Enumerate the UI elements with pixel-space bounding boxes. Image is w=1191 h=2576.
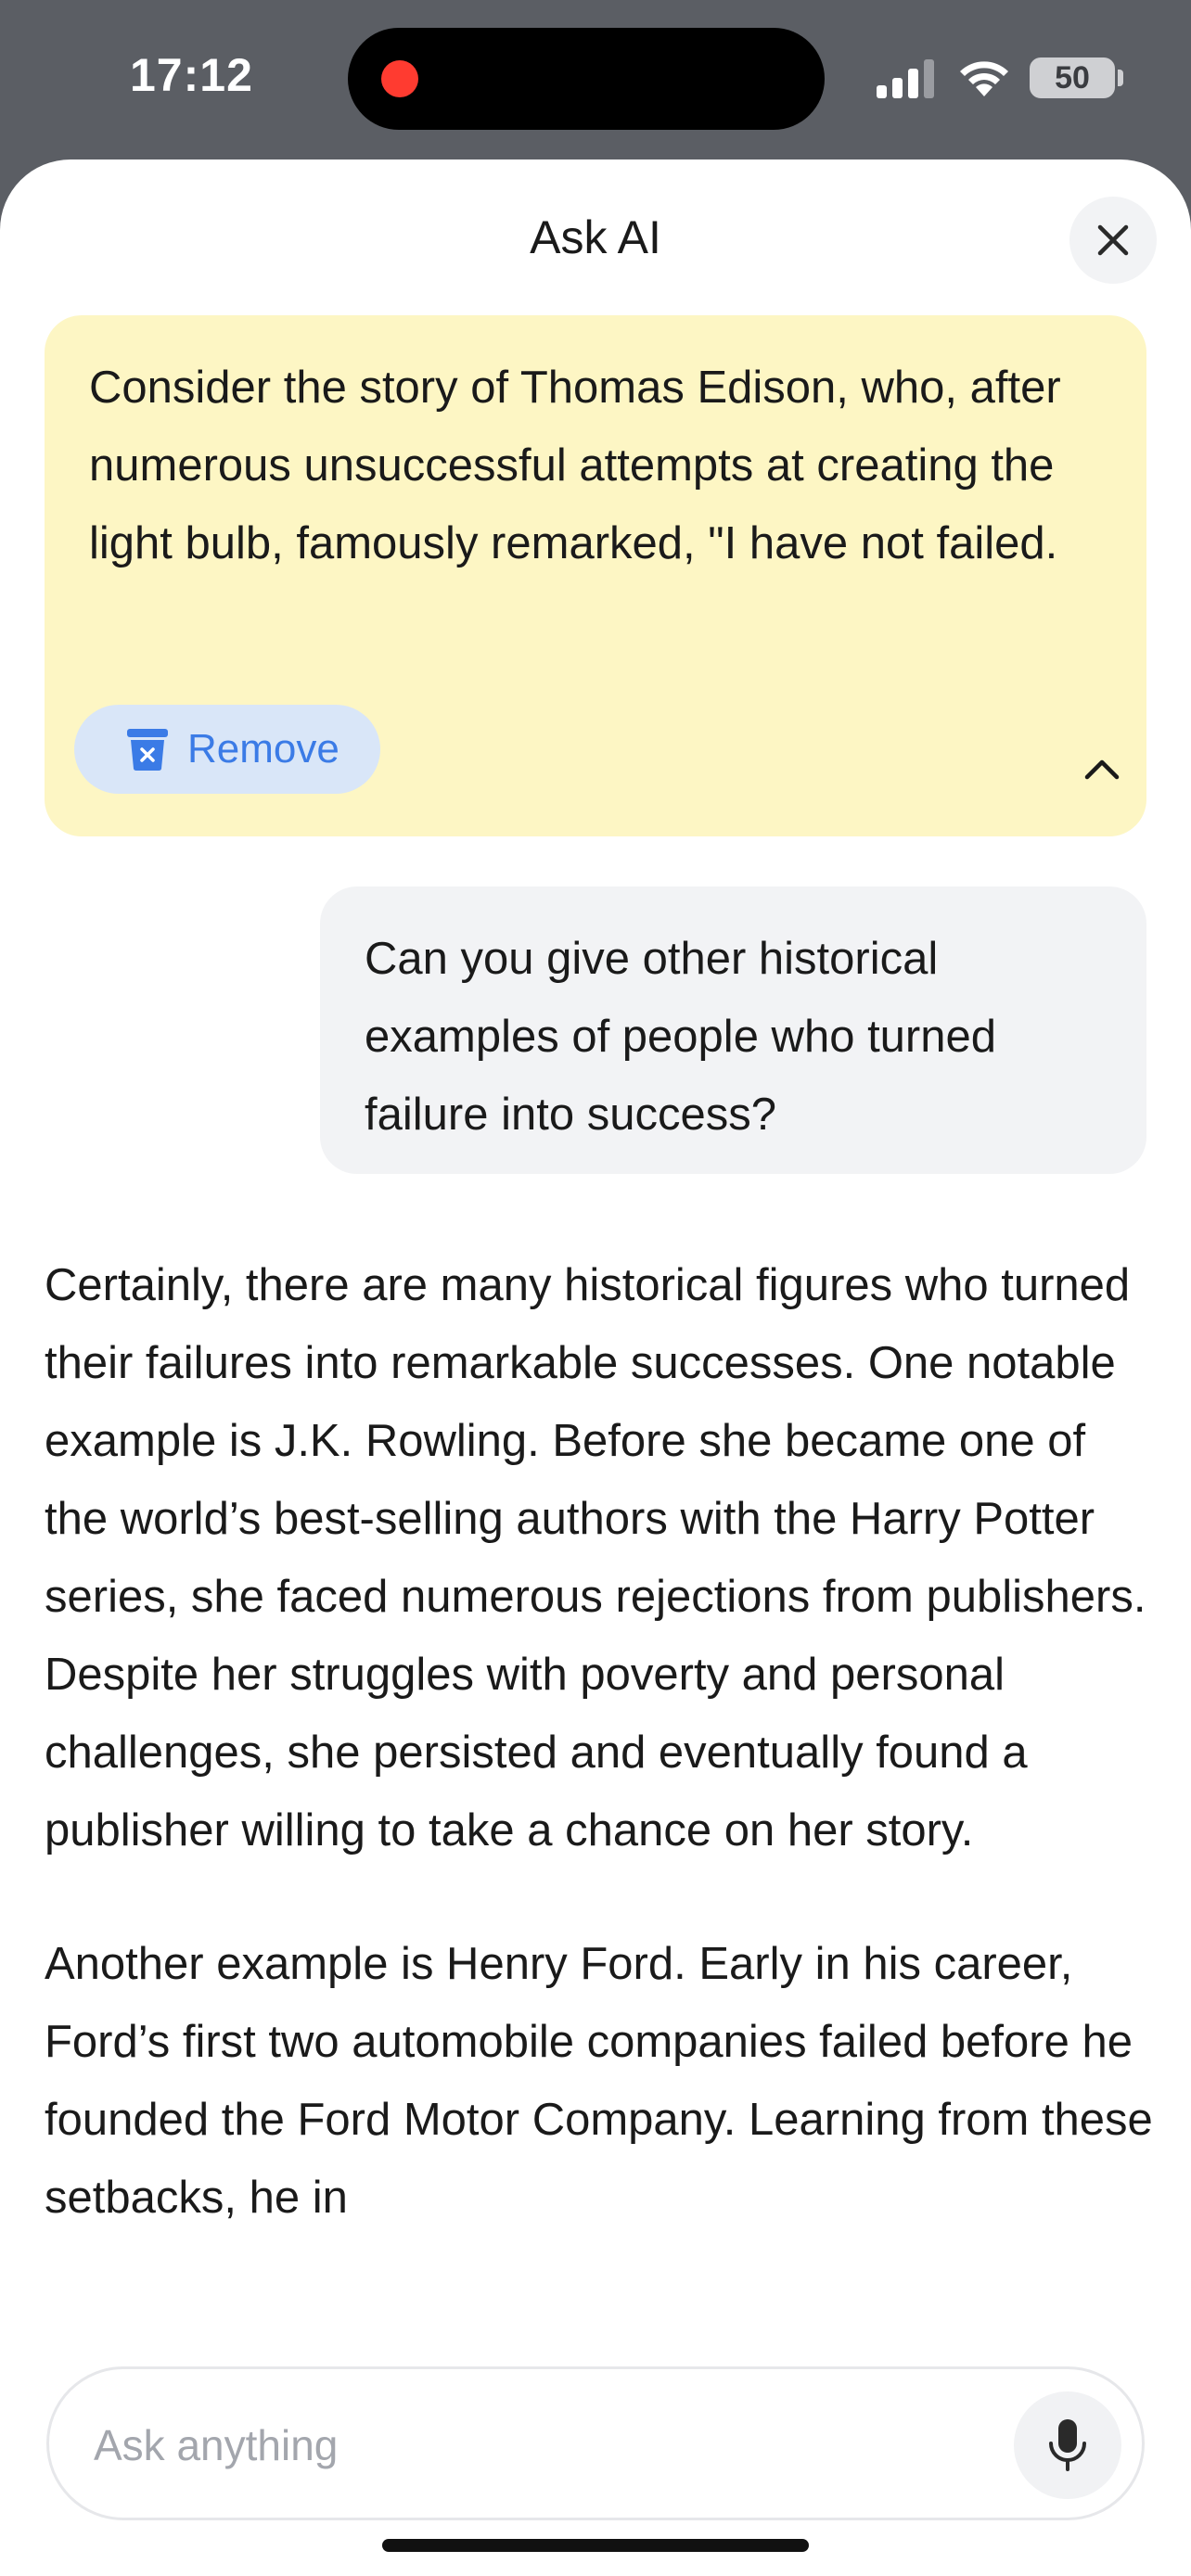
trash-icon [127, 729, 168, 771]
home-indicator[interactable] [382, 2539, 809, 2552]
ai-response-paragraph: Another example is Henry Ford. Early in … [45, 1939, 1153, 2223]
quoted-context-card: Consider the story of Thomas Edison, who… [45, 315, 1146, 836]
ask-input[interactable] [94, 2416, 928, 2475]
ai-response-paragraph: Certainly, there are many historical fig… [45, 1260, 1146, 1855]
ask-ai-sheet: Ask AI Consider the story of Thomas Edis… [0, 159, 1191, 2576]
microphone-button[interactable] [1014, 2391, 1121, 2499]
remove-button[interactable]: Remove [74, 705, 380, 794]
dynamic-island [348, 28, 825, 130]
ai-response: Certainly, there are many historical fig… [45, 1246, 1158, 2292]
recording-indicator-icon [381, 60, 418, 97]
battery-icon: 50 [1030, 57, 1115, 98]
user-message-bubble: Can you give other historical examples o… [320, 886, 1146, 1174]
microphone-icon [1049, 2419, 1086, 2471]
collapse-button[interactable] [1079, 746, 1125, 793]
battery-level: 50 [1055, 59, 1090, 96]
wifi-icon [960, 61, 1008, 96]
status-time: 17:12 [130, 49, 253, 101]
sheet-title: Ask AI [530, 211, 661, 263]
quoted-context-text: Consider the story of Thomas Edison, who… [89, 363, 1061, 568]
remove-label: Remove [187, 726, 339, 772]
chevron-up-icon [1084, 759, 1120, 780]
close-button[interactable] [1069, 197, 1157, 284]
input-bar [46, 2366, 1145, 2520]
user-message-text: Can you give other historical examples o… [365, 934, 996, 1140]
battery-tip [1118, 70, 1123, 86]
composer [0, 2320, 1191, 2576]
close-icon [1097, 224, 1129, 256]
cellular-signal-icon [877, 59, 934, 98]
status-bar: 17:12 50 [0, 0, 1191, 158]
